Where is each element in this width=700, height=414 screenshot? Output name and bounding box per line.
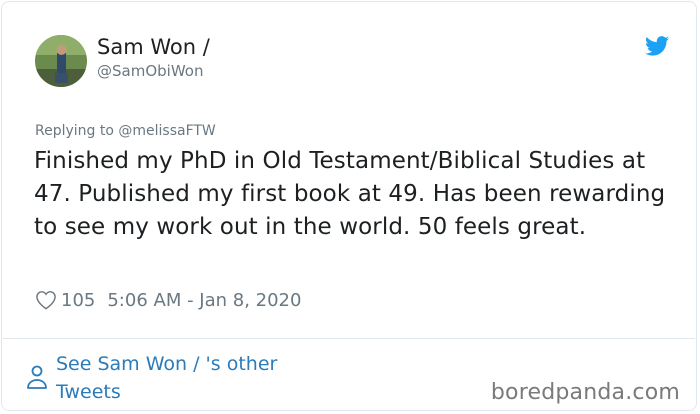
like-count[interactable]: 105: [61, 290, 95, 311]
divider: [3, 338, 695, 339]
tweet-card: Sam Won / @SamObiWon Replying to @meliss…: [1, 1, 697, 411]
heart-icon[interactable]: [35, 290, 57, 310]
see-other-tweets-line2: Tweets: [56, 381, 121, 403]
tweet-meta: 105 5:06 AM - Jan 8, 2020: [35, 288, 301, 312]
author-name[interactable]: Sam Won /: [97, 34, 210, 60]
twitter-bird-icon[interactable]: [645, 36, 669, 56]
person-icon: [27, 365, 47, 389]
replying-to[interactable]: Replying to @melissaFTW: [35, 122, 216, 140]
tweet-text: Finished my PhD in Old Testament/Biblica…: [34, 148, 666, 240]
avatar[interactable]: [35, 35, 87, 87]
watermark: boredpanda.com: [490, 380, 680, 405]
see-other-tweets-line1: See Sam Won / 's other: [56, 353, 278, 375]
timestamp[interactable]: 5:06 AM - Jan 8, 2020: [107, 290, 301, 311]
see-other-tweets-link[interactable]: See Sam Won / 's other Tweets: [56, 350, 277, 406]
author-handle[interactable]: @SamObiWon: [97, 62, 203, 80]
